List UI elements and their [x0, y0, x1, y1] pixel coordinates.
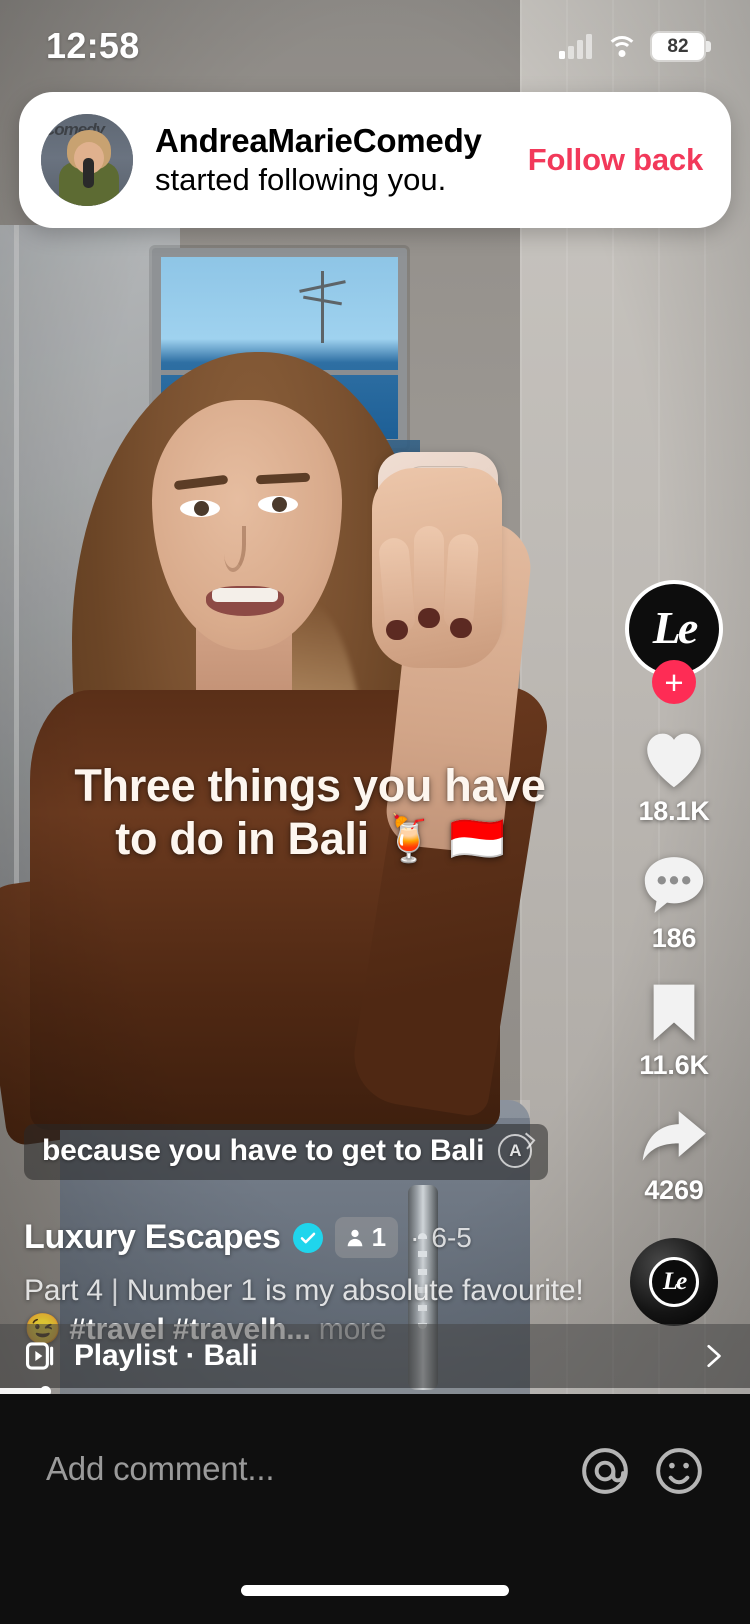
status-indicators: 82 — [559, 32, 711, 60]
bookmark-icon — [653, 984, 695, 1041]
comment-button[interactable]: 186 — [640, 853, 708, 954]
emoji-face-icon[interactable] — [654, 1446, 704, 1496]
auto-caption-icon[interactable]: A — [498, 1134, 533, 1168]
post-date: 6-5 — [431, 1221, 472, 1253]
chevron-right-icon[interactable] — [700, 1343, 726, 1369]
notification-text: AndreaMarieComedy started following you. — [155, 122, 506, 198]
share-count: 4269 — [644, 1175, 704, 1205]
subtitle-text: because you have to get to Bali — [42, 1134, 485, 1167]
author-name[interactable]: Luxury Escapes — [24, 1218, 281, 1257]
notification-message: started following you. — [155, 161, 447, 197]
share-button[interactable]: 4269 — [638, 1107, 710, 1206]
notification-banner[interactable]: Comedy AndreaMarieComedy started followi… — [19, 92, 731, 228]
plus-icon[interactable]: + — [652, 660, 696, 704]
heart-icon — [647, 733, 701, 788]
comment-input[interactable]: Add comment... — [46, 1446, 556, 1488]
auto-subtitle[interactable]: because you have to get to Bali A — [24, 1124, 549, 1180]
notification-username: AndreaMarieComedy — [155, 121, 482, 159]
friend-count-chip[interactable]: 1 — [334, 1217, 399, 1259]
bookmark-count: 11.6K — [639, 1050, 709, 1080]
follow-back-button[interactable]: Follow back — [528, 142, 703, 178]
description-part: Part 4 — [24, 1274, 103, 1308]
video-overlay-caption: Three things you have to do in Bali 🍹 🇮🇩 — [0, 760, 620, 865]
action-rail: Le + 18.1K 186 11.6K 4269 Le — [620, 580, 728, 1326]
at-sign-icon[interactable] — [580, 1446, 630, 1496]
battery-percent: 82 — [667, 35, 689, 57]
music-disc-logo: Le — [649, 1257, 699, 1307]
comment-bubble-icon — [644, 857, 704, 913]
share-arrow-icon — [642, 1111, 706, 1161]
person-icon — [347, 1229, 362, 1246]
description-divider: | — [110, 1274, 119, 1308]
status-clock: 12:58 — [46, 25, 140, 66]
comment-count: 186 — [651, 923, 697, 953]
playlist-label: Playlist · Bali — [74, 1339, 258, 1372]
verified-badge-icon — [292, 1222, 323, 1253]
bookmark-button[interactable]: 11.6K — [639, 980, 709, 1081]
notification-avatar[interactable]: Comedy — [41, 114, 133, 206]
wifi-icon — [606, 34, 638, 58]
caption-line-1: Three things you have — [74, 760, 546, 811]
status-bar: 12:58 82 — [0, 0, 750, 92]
playlist-bar[interactable]: Playlist · Bali — [0, 1324, 750, 1388]
caption-line-2: to do in Bali 🍹 🇮🇩 — [115, 812, 505, 864]
friend-count: 1 — [371, 1222, 387, 1253]
music-disc-icon[interactable]: Le — [630, 1238, 718, 1326]
playlist-icon — [25, 1342, 54, 1370]
author-row: Luxury Escapes 1 · 6-5 — [24, 1217, 602, 1259]
battery-icon: 82 — [652, 32, 711, 60]
like-button[interactable]: 18.1K — [638, 728, 710, 827]
cellular-signal-icon — [559, 33, 592, 59]
home-indicator — [241, 1585, 509, 1596]
like-count: 18.1K — [638, 796, 710, 826]
author-avatar-logo: Le — [652, 602, 698, 653]
tiktok-video-screen: 12:58 82 Comedy AndreaMarieComedy starte… — [0, 0, 750, 1624]
post-separator: · — [410, 1221, 420, 1253]
author-avatar-button[interactable]: Le + — [625, 580, 723, 704]
